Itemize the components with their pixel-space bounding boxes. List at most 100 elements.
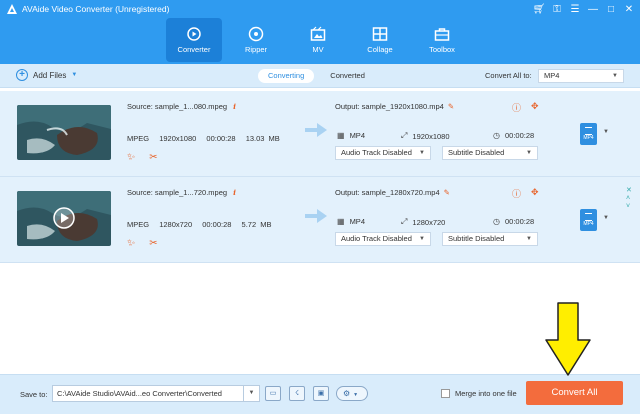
video-thumbnail[interactable] xyxy=(17,105,111,160)
chevron-up-icon[interactable]: ˄ xyxy=(626,195,632,203)
audio-track-select[interactable]: Audio Track Disabled ▼ xyxy=(335,232,431,246)
tab-converter[interactable]: Converter xyxy=(166,18,222,62)
checkbox[interactable] xyxy=(441,389,450,398)
scissors-icon[interactable]: ✂︎ xyxy=(149,238,157,249)
add-files-button[interactable]: + Add Files ▼ xyxy=(16,69,77,81)
tab-ripper-label: Ripper xyxy=(244,45,268,54)
row-side-controls: ✕ ˄ ˅ xyxy=(626,187,632,211)
source-size: 5.72 MB xyxy=(241,220,272,229)
save-path-field[interactable]: C:\AVAide Studio\AVAid...eo Converter\Co… xyxy=(52,385,260,402)
annotation-arrow-icon xyxy=(545,302,591,376)
tab-collage[interactable]: Collage xyxy=(352,18,408,62)
resize-icon: ⤢ xyxy=(401,131,408,140)
info-circle-icon[interactable]: ⓘ xyxy=(512,101,521,114)
source-format: MPEG xyxy=(127,134,150,143)
ripper-icon xyxy=(248,26,264,42)
output-name: Output: sample_1280x720.mp4 ✎ xyxy=(335,188,450,197)
chevron-down-icon[interactable]: ▼ xyxy=(603,129,609,135)
chevron-down-icon: ▼ xyxy=(419,236,425,242)
output-format: ▦ MP4 xyxy=(337,217,365,226)
arrow-right-icon xyxy=(305,123,327,137)
resize-icon: ⤢ xyxy=(401,217,408,226)
output-actions: ⓘ ✥ xyxy=(512,187,539,200)
enhance-icon[interactable]: ✨︎ xyxy=(127,152,135,163)
move-icon[interactable]: ✥ xyxy=(531,187,539,200)
top-band: AVAide Video Converter (Unregistered) 🛒︎… xyxy=(0,0,640,64)
output-format: ▦ MP4 xyxy=(337,131,365,140)
file-row: Source: sample_1...080.mpeg i MPEG 1920x1… xyxy=(0,91,640,177)
maximize-icon[interactable]: □ xyxy=(604,2,618,16)
source-resolution: 1280x720 xyxy=(159,220,193,229)
output-name: Output: sample_1920x1080.mp4 ✎ xyxy=(335,102,455,111)
output-format-button[interactable]: MP4 xyxy=(580,123,597,145)
settings-dropdown[interactable]: ⚙︎ ▼ xyxy=(336,386,368,401)
output-format-button[interactable]: MP4 xyxy=(580,209,597,231)
source-name: Source: sample_1...080.mpeg i xyxy=(127,102,236,111)
chevron-down-icon[interactable]: ▼ xyxy=(243,386,259,401)
menu-icon[interactable]: ☰ xyxy=(568,2,582,16)
scissors-icon[interactable]: ✂︎ xyxy=(149,152,157,163)
arrow-right-icon xyxy=(305,209,327,223)
gpu-icon[interactable]: ▣ xyxy=(313,386,329,401)
plus-icon: + xyxy=(16,69,28,81)
file-row: Source: sample_1...720.mpeg i MPEG 1280x7… xyxy=(0,177,640,263)
source-duration: 00:00:28 xyxy=(206,134,236,143)
subtitle-select[interactable]: Subtitle Disabled ▼ xyxy=(442,146,538,160)
edit-pencil-icon[interactable]: ✎ xyxy=(444,188,450,197)
convert-all-label: Convert All to: xyxy=(485,71,532,80)
tab-converting[interactable]: Converting xyxy=(258,69,315,83)
chevron-down-icon: ▼ xyxy=(526,150,532,156)
app-logo-icon xyxy=(7,4,17,14)
source-resolution: 1920x1080 xyxy=(159,134,197,143)
clock-icon: ◷ xyxy=(493,217,500,226)
tab-mv[interactable]: MV xyxy=(290,18,346,62)
edit-tools: ✨︎ ✂︎ xyxy=(127,152,158,163)
merge-label: Merge into one file xyxy=(455,389,517,398)
enhance-icon[interactable]: ✨︎ xyxy=(127,238,135,249)
output-resolution: ⤢ 1920x1080 xyxy=(401,131,450,141)
move-icon[interactable]: ✥ xyxy=(531,101,539,114)
hardware-accel-icon[interactable]: ☇ xyxy=(289,386,305,401)
film-icon: ▦ xyxy=(337,131,345,140)
source-meta: MPEG 1280x720 00:00:28 5.72 MB xyxy=(127,220,277,229)
mv-icon xyxy=(310,26,326,41)
video-thumbnail[interactable] xyxy=(17,191,111,246)
cart-icon[interactable]: 🛒︎ xyxy=(532,2,546,16)
convert-all-format-value: MP4 xyxy=(544,71,560,80)
info-icon[interactable]: i xyxy=(233,102,236,111)
chevron-down-icon[interactable]: ▼ xyxy=(71,72,77,78)
source-duration: 00:00:28 xyxy=(202,220,232,229)
audio-track-select[interactable]: Audio Track Disabled ▼ xyxy=(335,146,431,160)
tab-toolbox[interactable]: Toolbox xyxy=(414,18,470,62)
bottom-bar: Save to: C:\AVAide Studio\AVAid...eo Con… xyxy=(0,374,640,414)
convert-all-format-select[interactable]: MP4 ▼ xyxy=(538,69,624,83)
edit-pencil-icon[interactable]: ✎ xyxy=(448,102,454,111)
source-name: Source: sample_1...720.mpeg i xyxy=(127,188,236,197)
chevron-down-icon: ▼ xyxy=(612,73,618,79)
add-files-label: Add Files xyxy=(33,70,67,80)
tab-mv-label: MV xyxy=(312,45,324,54)
source-format: MPEG xyxy=(127,220,150,229)
output-duration: ◷ 00:00:28 xyxy=(493,131,535,140)
main-nav: Converter Ripper MV Collage Toolbox xyxy=(166,18,476,62)
chevron-down-icon[interactable]: ▼ xyxy=(603,215,609,221)
clock-icon: ◷ xyxy=(493,131,500,140)
minimize-icon[interactable]: — xyxy=(586,2,600,16)
tab-converted[interactable]: Converted xyxy=(320,69,375,83)
remove-icon[interactable]: ✕ xyxy=(626,187,632,195)
info-circle-icon[interactable]: ⓘ xyxy=(512,187,521,200)
info-icon[interactable]: i xyxy=(233,188,236,197)
output-actions: ⓘ ✥ xyxy=(512,101,539,114)
chevron-down-icon[interactable]: ˅ xyxy=(626,203,632,211)
key-icon[interactable]: ⚿ xyxy=(550,2,564,16)
merge-checkbox[interactable]: Merge into one file xyxy=(441,389,517,398)
toolbox-icon xyxy=(434,28,450,41)
subtitle-select[interactable]: Subtitle Disabled ▼ xyxy=(442,232,538,246)
status-tabs: Converting Converted xyxy=(258,69,375,83)
open-folder-icon[interactable]: ▭ xyxy=(265,386,281,401)
close-icon[interactable]: ✕ xyxy=(622,2,636,16)
tab-collage-label: Collage xyxy=(367,45,393,54)
tab-ripper[interactable]: Ripper xyxy=(228,18,284,62)
convert-all-button[interactable]: Convert All xyxy=(526,381,623,405)
window-controls: 🛒︎ ⚿ ☰ — □ ✕ xyxy=(532,2,636,16)
